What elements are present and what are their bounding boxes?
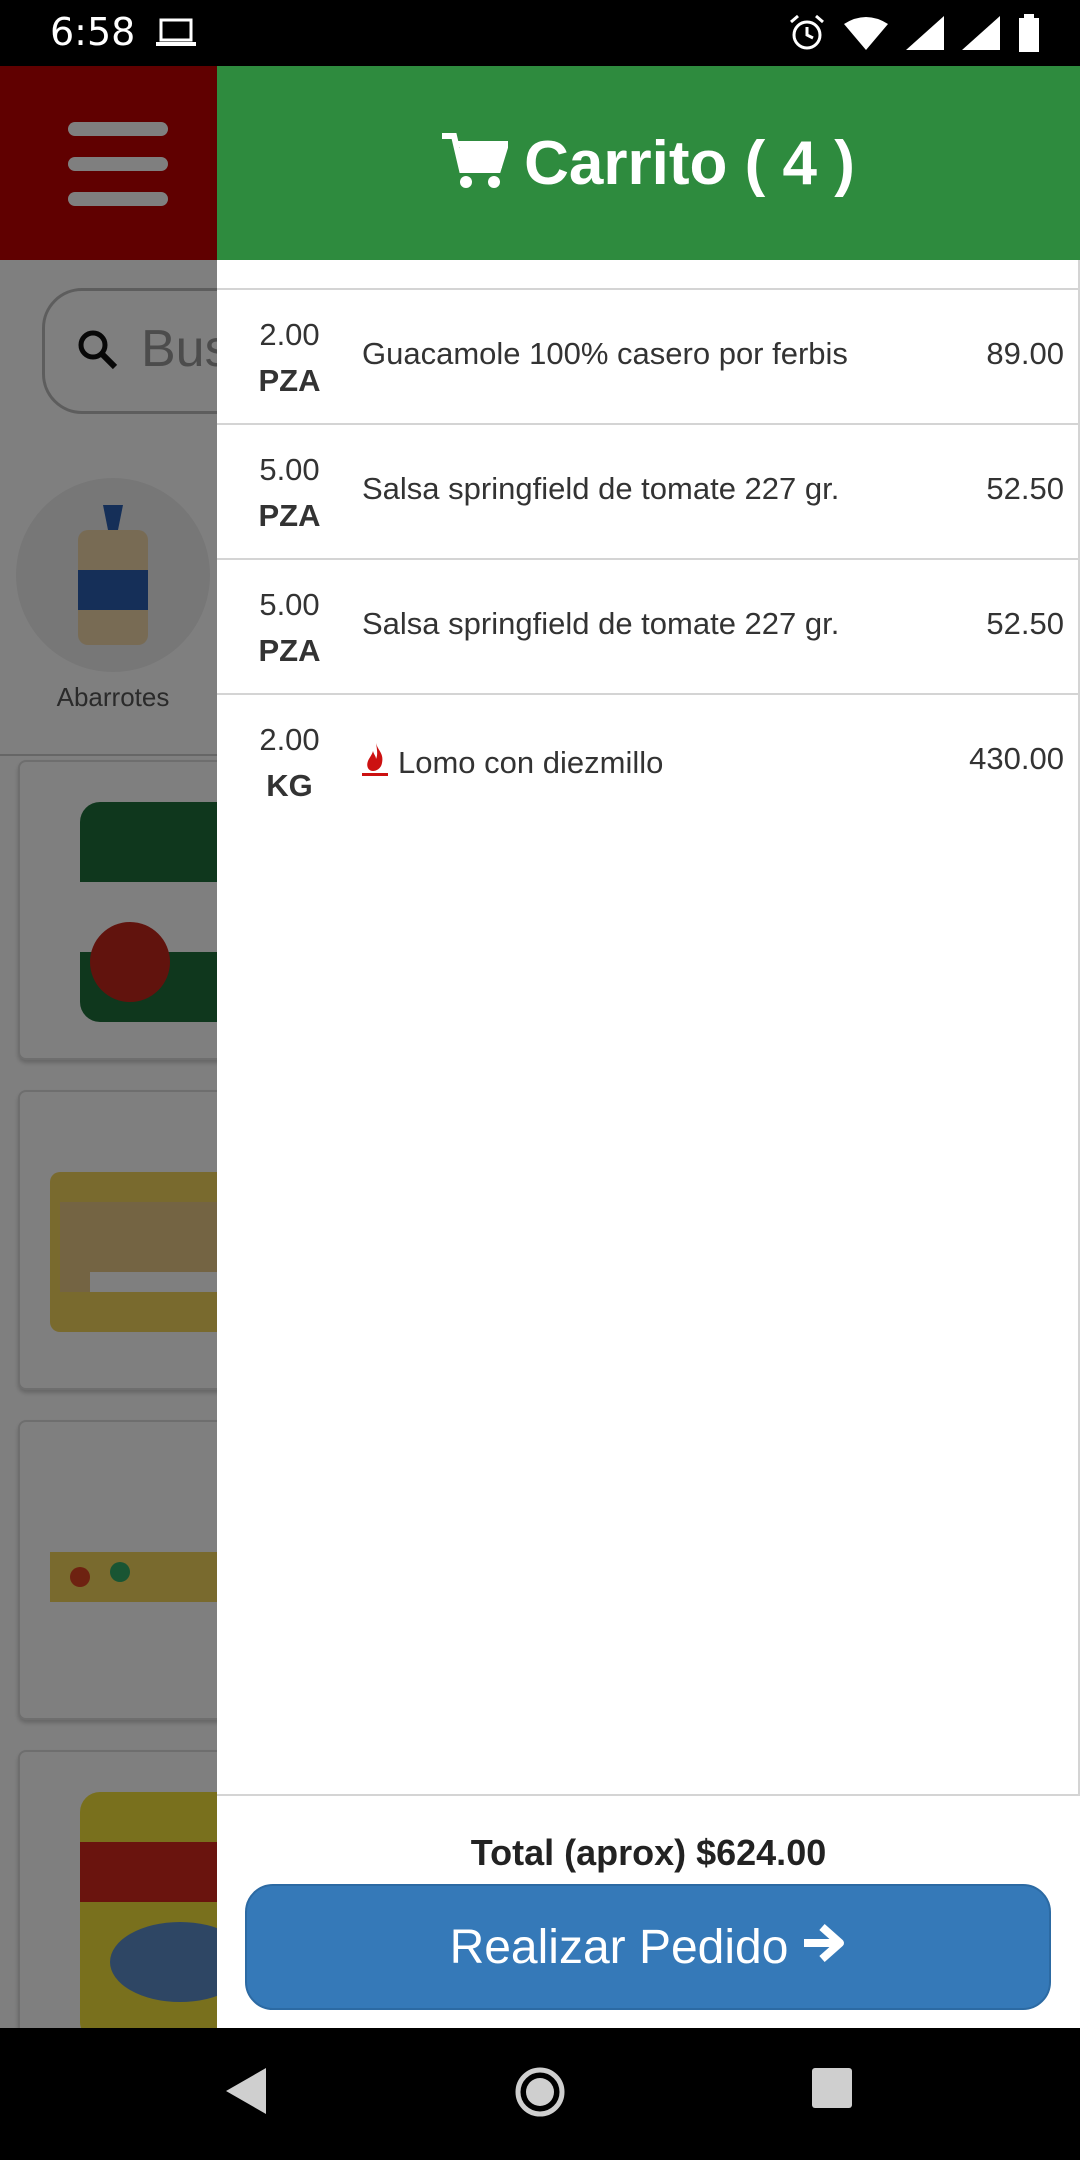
item-price: 430.00 — [969, 741, 1064, 776]
item-quantity: 5.00 PZA — [217, 582, 362, 674]
wifi-icon — [844, 16, 888, 55]
item-description: Guacamole 100% casero por ferbis — [362, 336, 848, 372]
item-name: Guacamole 100% casero por ferbis — [362, 336, 848, 371]
item-name: Salsa springfield de tomate 227 gr. — [362, 606, 840, 641]
quantity-value: 2.00 — [259, 722, 320, 757]
place-order-button[interactable]: Realizar Pedido — [245, 1884, 1051, 2010]
item-quantity: 5.00 PZA — [217, 447, 362, 539]
cart-drawer: Carrito ( 4 ) 2.00 PZA Guacamole 100% ca… — [217, 66, 1080, 2028]
status-bar: 6:58 — [0, 0, 1080, 66]
cart-item[interactable]: 5.00 PZA Salsa springfield de tomate 227… — [217, 560, 1078, 695]
item-quantity: 2.00 KG — [217, 717, 362, 809]
signal-icon — [906, 16, 944, 55]
item-description: Salsa springfield de tomate 227 gr. — [362, 606, 839, 642]
quantity-value: 5.00 — [259, 452, 320, 487]
item-price: 52.50 — [986, 606, 1064, 641]
place-order-label: Realizar Pedido — [449, 1920, 789, 1974]
item-name: Lomo con diezmillo — [398, 745, 664, 780]
quantity-value: 2.00 — [259, 317, 320, 352]
cart-list: 2.00 PZA Guacamole 100% casero por ferbi… — [217, 260, 1080, 1796]
cart-total: Total (aprox) $624.00 — [470, 1832, 827, 1873]
status-time: 6:58 — [50, 10, 136, 54]
fire-icon — [362, 741, 388, 785]
item-name: Salsa springfield de tomate 227 gr. — [362, 471, 840, 506]
cart-title: Carrito ( 4 ) — [524, 128, 855, 198]
navigation-bar — [0, 2028, 1080, 2160]
item-description: Salsa springfield de tomate 227 gr. — [362, 471, 839, 507]
list-spacer — [217, 260, 1078, 290]
cart-footer: Total (aprox) $624.00 Realizar Pedido — [217, 1796, 1080, 2028]
quantity-value: 5.00 — [259, 587, 320, 622]
item-price: 52.50 — [986, 471, 1064, 506]
arrow-right-icon — [802, 1920, 846, 1975]
item-description: Lomo con diezmillo — [362, 741, 663, 785]
quantity-unit: PZA — [258, 633, 321, 668]
cart-item[interactable]: 5.00 PZA Salsa springfield de tomate 227… — [217, 425, 1078, 560]
cart-item[interactable]: 2.00 PZA Guacamole 100% casero por ferbi… — [217, 290, 1078, 425]
alarm-icon — [788, 14, 826, 57]
quantity-unit: PZA — [258, 498, 321, 533]
signal-icon — [962, 16, 1000, 55]
battery-icon — [1018, 14, 1040, 57]
cart-item[interactable]: 2.00 KG Lomo con diezmillo 430.00 — [217, 695, 1078, 830]
item-quantity: 2.00 PZA — [217, 312, 362, 404]
quantity-unit: KG — [266, 768, 313, 803]
cart-header: Carrito ( 4 ) — [217, 66, 1080, 260]
back-icon[interactable] — [224, 2066, 268, 2121]
cart-icon — [442, 132, 511, 195]
recents-icon[interactable] — [810, 2066, 854, 2115]
quantity-unit: PZA — [258, 363, 321, 398]
laptop-icon — [156, 18, 196, 53]
item-price: 89.00 — [986, 336, 1064, 371]
home-icon[interactable] — [514, 2066, 566, 2123]
